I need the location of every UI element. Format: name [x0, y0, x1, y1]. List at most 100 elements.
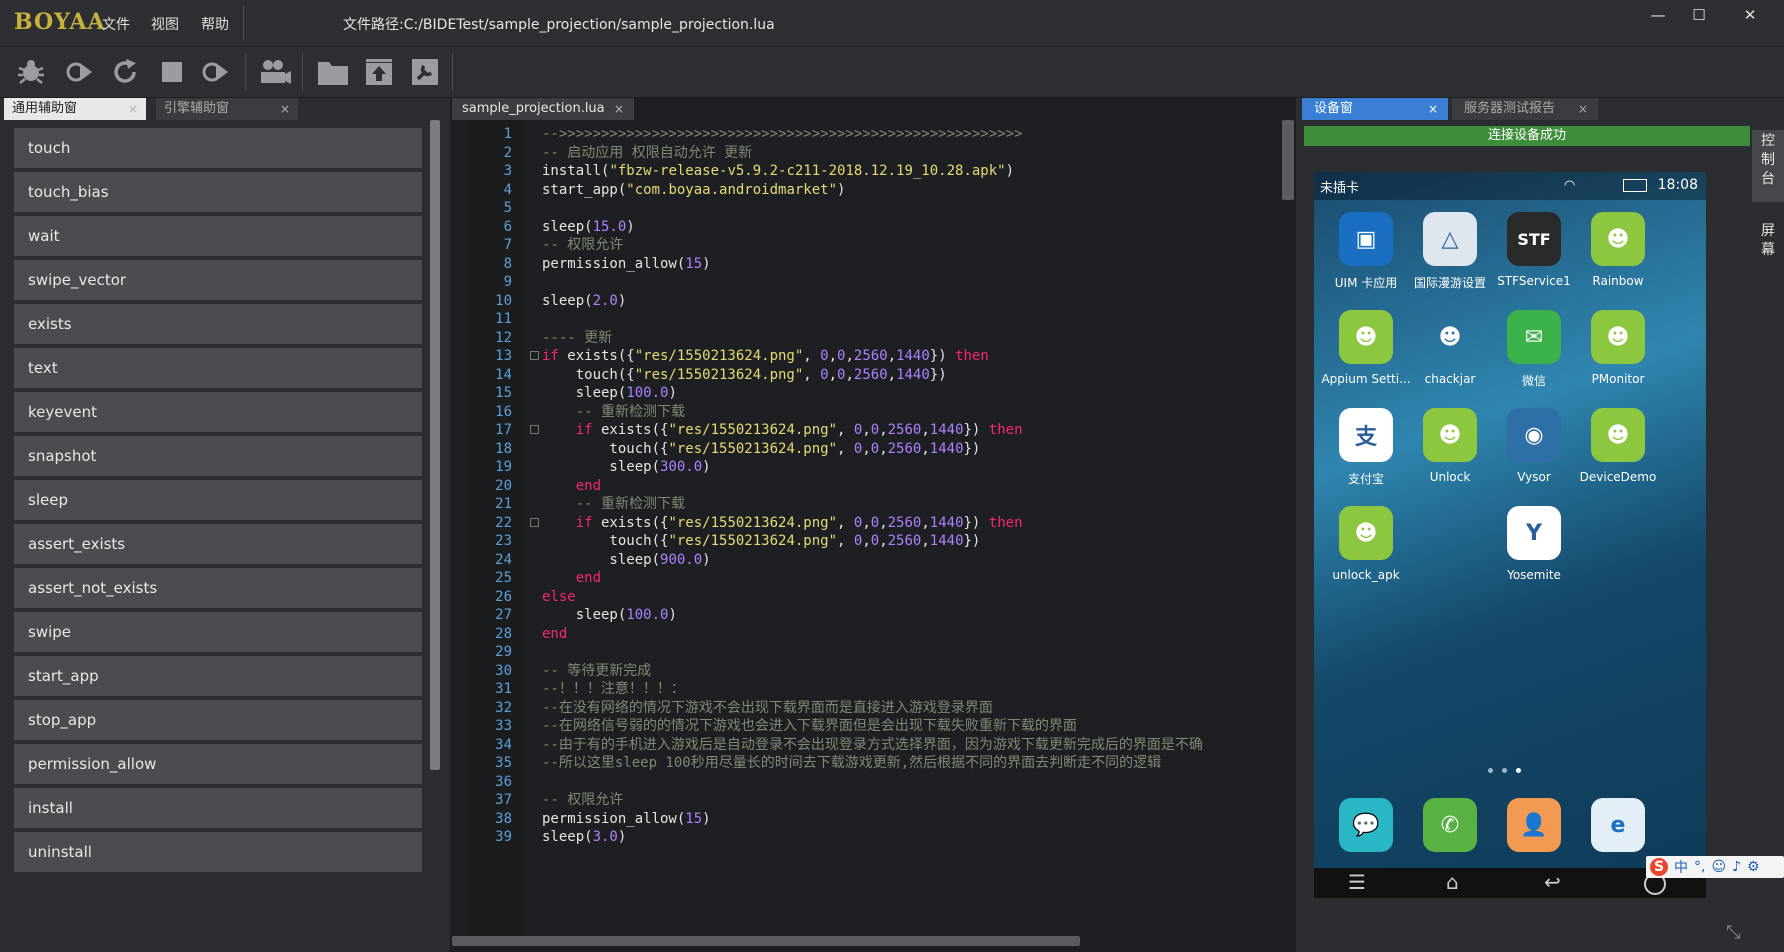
refresh-icon[interactable] — [108, 55, 142, 89]
menu-icon[interactable]: ☰ — [1348, 870, 1366, 894]
ime-voice-icon[interactable]: ♪ — [1732, 859, 1741, 875]
app-dock: 💬 ✆ 👤 e — [1314, 792, 1706, 862]
function-item-start-app[interactable]: start_app — [14, 656, 422, 696]
app-icon: e — [1591, 798, 1645, 852]
function-item-install[interactable]: install — [14, 788, 422, 828]
app-icon: STF — [1507, 212, 1561, 266]
debug-run-icon[interactable] — [198, 55, 232, 89]
close-button[interactable]: ✕ — [1730, 4, 1770, 26]
app-icon: ✉ — [1507, 310, 1561, 364]
resize-grip-icon[interactable]: ⤡ — [1726, 922, 1740, 943]
scrollbar[interactable] — [452, 936, 1080, 946]
function-item-uninstall[interactable]: uninstall — [14, 832, 422, 872]
app-icon: ▣ — [1339, 212, 1393, 266]
tab-label: 通用辅助窗 — [12, 101, 78, 116]
minimize-button[interactable]: — — [1638, 4, 1678, 26]
close-tab-icon[interactable]: × — [128, 98, 138, 120]
app-icon: ☻ — [1423, 408, 1477, 462]
close-tab-icon[interactable]: × — [1578, 98, 1588, 120]
app-label: 微信 — [1521, 374, 1546, 388]
scrollbar[interactable] — [1282, 120, 1294, 200]
tab-engine-helper[interactable]: 引擎辅助窗 × — [156, 98, 298, 120]
ime-punctuation[interactable]: °, — [1694, 859, 1705, 875]
app-yosemite[interactable]: Y Yosemite — [1486, 506, 1582, 582]
function-item-text[interactable]: text — [14, 348, 422, 388]
code-line[interactable]: 39 sleep(3.0) — [468, 827, 1298, 848]
menu-file[interactable]: 文件 — [102, 14, 130, 34]
tab-device-window[interactable]: 设备窗 × — [1302, 98, 1448, 120]
tab-general-helper[interactable]: 通用辅助窗 × — [4, 98, 146, 120]
app-[interactable]: 支支付宝 — [1318, 408, 1414, 487]
dock-app[interactable]: ✆ — [1402, 798, 1498, 852]
app-chackjar[interactable]: ☻ chackjar — [1402, 310, 1498, 387]
bug-icon[interactable] — [14, 55, 48, 89]
dock-app[interactable]: 👤 — [1486, 798, 1582, 852]
app-uim[interactable]: ▣ UIM 卡应用 — [1318, 212, 1414, 291]
app-rainbow[interactable]: ☻ Rainbow — [1570, 212, 1666, 288]
fold-toggle-icon[interactable] — [530, 351, 539, 360]
maximize-button[interactable]: ☐ — [1679, 4, 1719, 26]
stop-icon[interactable] — [155, 55, 189, 89]
tab-screen[interactable]: 屏幕 — [1752, 222, 1784, 272]
users-icon[interactable] — [258, 55, 292, 89]
function-item-swipe-vector[interactable]: swipe_vector — [14, 260, 422, 300]
run-icon[interactable] — [62, 55, 96, 89]
app-stfservice1[interactable]: STF STFService1 — [1486, 212, 1582, 288]
function-item-swipe[interactable]: swipe — [14, 612, 422, 652]
app-label: unlock_apk — [1332, 568, 1400, 582]
app-icon: ☻ — [1339, 506, 1393, 560]
app-icon: ☻ — [1339, 310, 1393, 364]
function-item-touch-bias[interactable]: touch_bias — [14, 172, 422, 212]
app-icon: △ — [1423, 212, 1477, 266]
menu-help[interactable]: 帮助 — [201, 14, 229, 34]
app-pmonitor[interactable]: ☻ PMonitor — [1570, 310, 1666, 386]
home-icon[interactable]: ⌂ — [1446, 870, 1459, 894]
ime-emoji-icon[interactable]: ☺ — [1711, 859, 1726, 875]
dock-app[interactable]: e — [1570, 798, 1666, 852]
function-item-permission-allow[interactable]: permission_allow — [14, 744, 422, 784]
settings-tool-icon[interactable] — [408, 55, 442, 89]
close-tab-icon[interactable]: × — [614, 98, 624, 120]
ime-settings-icon[interactable]: ⚙ — [1747, 859, 1760, 875]
app-appium-setti[interactable]: ☻ Appium Setti... — [1318, 310, 1414, 386]
sogou-icon[interactable]: S — [1650, 858, 1668, 876]
function-item-wait[interactable]: wait — [14, 216, 422, 256]
tab-label: 服务器测试报告 — [1464, 101, 1556, 116]
app-icon: ☻ — [1591, 212, 1645, 266]
tab-sample-projection[interactable]: sample_projection.lua × — [452, 98, 634, 120]
function-item-touch[interactable]: touch — [14, 128, 422, 168]
app-[interactable]: △ 国际漫游设置 — [1402, 212, 1498, 291]
app-[interactable]: ✉ 微信 — [1486, 310, 1582, 389]
function-item-sleep[interactable]: sleep — [14, 480, 422, 520]
app-unlock[interactable]: ☻ Unlock — [1402, 408, 1498, 484]
function-item-exists[interactable]: exists — [14, 304, 422, 344]
app-icon: ✆ — [1423, 798, 1477, 852]
function-item-assert-exists[interactable]: assert_exists — [14, 524, 422, 564]
ime-toolbar[interactable]: S 中 °, ☺ ♪ ⚙ — [1646, 856, 1784, 878]
function-item-stop-app[interactable]: stop_app — [14, 700, 422, 740]
tab-server-report[interactable]: 服务器测试报告 × — [1452, 98, 1598, 120]
folder-icon[interactable] — [316, 55, 350, 89]
close-tab-icon[interactable]: × — [280, 98, 290, 120]
dock-app[interactable]: 💬 — [1318, 798, 1414, 852]
scrollbar[interactable] — [430, 120, 440, 770]
back-icon[interactable]: ↩ — [1544, 870, 1561, 894]
page-indicator — [1502, 768, 1507, 773]
ime-chinese-mode[interactable]: 中 — [1674, 857, 1688, 877]
app-devicedemo[interactable]: ☻ DeviceDemo — [1570, 408, 1666, 484]
close-tab-icon[interactable]: × — [1428, 98, 1438, 120]
function-item-keyevent[interactable]: keyevent — [14, 392, 422, 432]
fold-toggle-icon[interactable] — [530, 517, 539, 527]
device-screen[interactable]: 未插卡 ◠ 18:08 ▣ UIM 卡应用 △ 国际漫游设置 STF STFService… — [1314, 172, 1706, 898]
upload-icon[interactable] — [362, 55, 396, 89]
tab-console[interactable]: 控制台 — [1752, 130, 1784, 202]
function-item-snapshot[interactable]: snapshot — [14, 436, 422, 476]
app-label: Vysor — [1517, 470, 1551, 484]
tab-label: 设备窗 — [1314, 101, 1354, 116]
function-item-assert-not-exists[interactable]: assert_not_exists — [14, 568, 422, 608]
menu-view[interactable]: 视图 — [151, 14, 179, 34]
app-unlock-apk[interactable]: ☻ unlock_apk — [1318, 506, 1414, 582]
app-vysor[interactable]: ◉ Vysor — [1486, 408, 1582, 484]
fold-toggle-icon[interactable] — [530, 425, 539, 434]
app-label: STFService1 — [1497, 274, 1571, 288]
